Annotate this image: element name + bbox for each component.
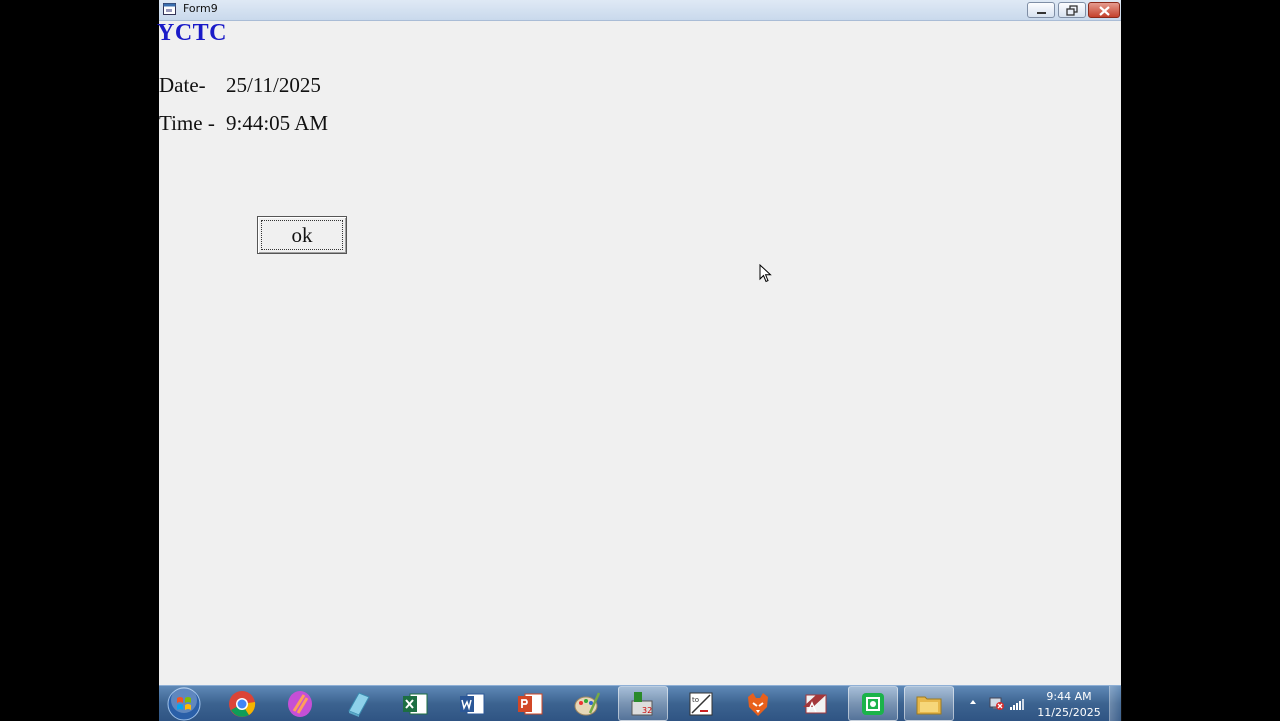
close-icon xyxy=(1099,6,1110,16)
show-desktop-button[interactable] xyxy=(1109,686,1122,721)
mouse-cursor-icon xyxy=(759,264,772,283)
ok-button[interactable]: ok xyxy=(257,216,347,254)
date-value: 25/11/2025 xyxy=(226,73,321,97)
paint-icon[interactable] xyxy=(572,689,602,719)
word-icon[interactable] xyxy=(457,689,487,719)
close-button[interactable] xyxy=(1088,2,1120,18)
excel-icon[interactable] xyxy=(400,689,430,719)
form-window-icon xyxy=(163,3,176,15)
restore-button[interactable] xyxy=(1058,2,1086,18)
minimize-icon xyxy=(1037,12,1046,14)
time-value: 9:44:05 AM xyxy=(226,111,329,135)
access-icon[interactable] xyxy=(800,689,830,719)
window-title: Form9 xyxy=(183,2,218,15)
network-error-icon[interactable] xyxy=(989,697,1005,711)
firefox-icon[interactable] xyxy=(743,689,773,719)
taskbar: 32 to 9:44 AM 11/25/2025 xyxy=(159,685,1122,721)
powerpoint-icon[interactable] xyxy=(515,689,545,719)
chrome-icon[interactable] xyxy=(227,689,257,719)
app-icon[interactable] xyxy=(285,689,315,719)
app-icon[interactable] xyxy=(858,689,888,719)
clock-time[interactable]: 9:44 AM xyxy=(1039,690,1099,703)
app-icon[interactable]: to xyxy=(686,689,716,719)
file-explorer-icon[interactable] xyxy=(914,689,944,719)
svg-text:32: 32 xyxy=(642,706,652,715)
date-label: Date- xyxy=(159,73,206,97)
form9-window: Form9 YCTC Date- 25/11/2025 Time - 9:44:… xyxy=(157,0,1121,685)
minimize-button[interactable] xyxy=(1027,2,1055,18)
ok-button-label: ok xyxy=(291,223,313,247)
svg-text:to: to xyxy=(692,696,699,704)
restore-icon xyxy=(1066,5,1078,16)
show-hidden-icons-arrow[interactable] xyxy=(969,698,977,706)
signal-strength-icon[interactable] xyxy=(1009,697,1025,711)
time-label: Time - xyxy=(159,111,215,135)
app-icon[interactable]: 32 xyxy=(627,689,657,719)
form-heading: YCTC xyxy=(157,20,228,46)
notepad-icon[interactable] xyxy=(343,689,373,719)
windows-start-icon[interactable] xyxy=(167,687,201,721)
clock-date[interactable]: 11/25/2025 xyxy=(1035,706,1103,719)
title-bar[interactable]: Form9 xyxy=(159,0,1121,21)
